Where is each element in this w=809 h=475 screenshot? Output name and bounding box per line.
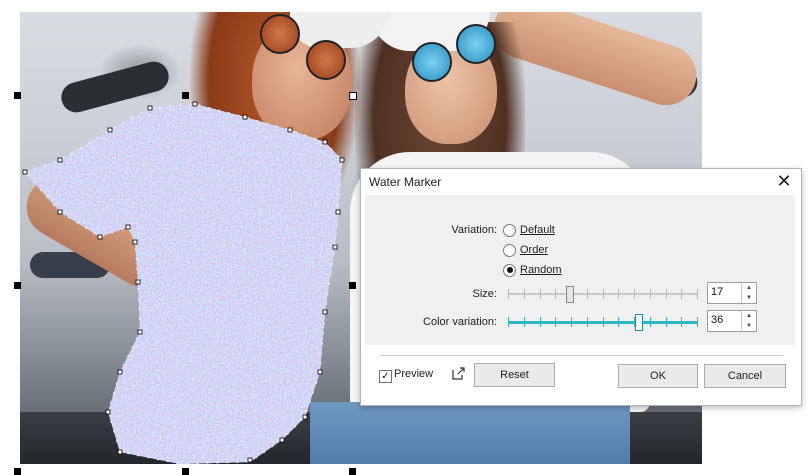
radio-random[interactable]: [503, 263, 516, 277]
radio-order-label: Order: [520, 244, 549, 256]
slider-tick: [666, 317, 667, 327]
selection-handle[interactable]: [182, 92, 189, 99]
preview-checkbox[interactable]: ✓: [379, 370, 392, 383]
popout-icon[interactable]: [452, 367, 465, 380]
slider-tick: [508, 289, 509, 299]
slider-tick: [697, 317, 698, 327]
radio-random-label: Random: [520, 264, 562, 276]
size-spinner[interactable]: 17 ▲ ▼: [707, 282, 757, 304]
color-variation-spinner-buttons[interactable]: ▲ ▼: [741, 311, 756, 331]
selection-handle[interactable]: [349, 468, 356, 475]
slider-tick: [681, 317, 682, 327]
variation-option-default[interactable]: Default: [503, 222, 555, 238]
radio-default-label: Default: [520, 224, 555, 236]
slider-tick: [603, 317, 604, 327]
preview-label: Preview: [394, 368, 434, 380]
selection-handle[interactable]: [14, 282, 21, 289]
slider-tick: [650, 289, 651, 299]
size-slider-thumb[interactable]: [566, 286, 574, 303]
ok-button[interactable]: OK: [618, 364, 698, 388]
slider-tick: [650, 317, 651, 327]
size-slider-ticks: [508, 289, 698, 299]
reset-button[interactable]: Reset: [474, 363, 555, 387]
slider-tick: [524, 289, 525, 299]
size-label: Size:: [472, 288, 497, 300]
radio-order[interactable]: [503, 243, 516, 257]
slider-tick: [508, 317, 509, 327]
dialog-title: Water Marker: [369, 175, 442, 189]
slider-tick: [634, 289, 635, 299]
slider-tick: [540, 289, 541, 299]
slider-tick: [524, 317, 525, 327]
color-variation-spinner[interactable]: 36 ▲ ▼: [707, 310, 757, 332]
radio-default[interactable]: [503, 223, 516, 237]
water-marker-dialog: Water Marker ✕ Variation: Default Order …: [360, 168, 802, 406]
slider-tick: [587, 317, 588, 327]
cancel-button[interactable]: Cancel: [704, 364, 786, 388]
slider-tick: [587, 289, 588, 299]
settings-panel: Variation: Default Order Random Size: 17…: [365, 195, 795, 345]
slider-tick: [618, 317, 619, 327]
slider-tick: [603, 289, 604, 299]
spin-up-icon[interactable]: ▲: [742, 311, 756, 321]
slider-tick: [555, 317, 556, 327]
color-variation-slider[interactable]: [508, 312, 698, 332]
selection-handle[interactable]: [14, 468, 21, 475]
variation-label: Variation:: [451, 224, 497, 236]
spin-down-icon[interactable]: ▼: [742, 321, 756, 331]
color-variation-value[interactable]: 36: [711, 314, 723, 326]
variation-option-order[interactable]: Order: [503, 242, 548, 258]
color-variation-label: Color variation:: [423, 316, 497, 328]
slider-tick: [571, 317, 572, 327]
spin-down-icon[interactable]: ▼: [742, 293, 756, 303]
selection-handle[interactable]: [349, 92, 357, 100]
size-value[interactable]: 17: [711, 286, 723, 298]
variation-option-random[interactable]: Random: [503, 262, 562, 278]
slider-tick: [555, 289, 556, 299]
slider-tick: [681, 289, 682, 299]
slider-tick: [697, 289, 698, 299]
selection-handle[interactable]: [349, 282, 356, 289]
color-variation-slider-ticks: [508, 317, 698, 327]
spin-up-icon[interactable]: ▲: [742, 283, 756, 293]
divider: [379, 355, 783, 356]
selection-handle[interactable]: [14, 92, 21, 99]
slider-tick: [618, 289, 619, 299]
size-spinner-buttons[interactable]: ▲ ▼: [741, 283, 756, 303]
close-icon[interactable]: ✕: [773, 170, 795, 192]
slider-tick: [666, 289, 667, 299]
size-slider[interactable]: [508, 284, 698, 304]
color-variation-slider-thumb[interactable]: [635, 314, 643, 331]
slider-tick: [540, 317, 541, 327]
selection-handle[interactable]: [182, 468, 189, 475]
